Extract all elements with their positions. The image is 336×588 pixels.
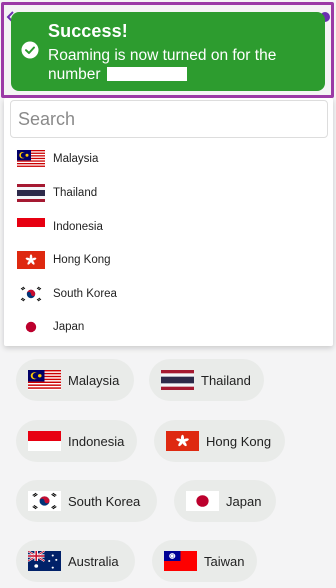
japan-flag-icon [17, 317, 45, 336]
hong-kong-flag-icon [17, 250, 45, 269]
thailand-flag-icon [161, 370, 194, 390]
check-circle-icon [21, 41, 39, 59]
country-dropdown: Malaysia Thailand Indonesia Hong Kong [4, 98, 333, 346]
chip-label: Australia [68, 553, 119, 569]
dropdown-item-indonesia[interactable]: Indonesia [4, 210, 333, 243]
malaysia-flag-icon [17, 149, 45, 168]
australia-flag-icon [28, 551, 61, 571]
country-chip-hong-kong[interactable]: Hong Kong [154, 420, 285, 462]
south-korea-flag-icon [28, 491, 61, 511]
country-chip-south-korea[interactable]: South Korea [16, 480, 157, 522]
country-chip-indonesia[interactable]: Indonesia [16, 420, 137, 462]
japan-flag-icon [186, 491, 219, 511]
success-toast[interactable]: Success! Roaming is now turned on for th… [11, 12, 325, 91]
dropdown-item-label: Malaysia [53, 152, 99, 165]
chip-label: Indonesia [68, 433, 125, 449]
redacted-phone-number [106, 67, 187, 81]
hong-kong-flag-icon [166, 431, 199, 451]
dropdown-item-hong-kong[interactable]: Hong Kong [4, 243, 333, 276]
country-chip-thailand[interactable]: Thailand [149, 359, 264, 401]
thailand-flag-icon [17, 183, 45, 202]
dropdown-item-label: Hong Kong [53, 253, 111, 266]
south-korea-flag-icon [17, 284, 45, 303]
toast-message: Roaming is now turned on for the number [48, 46, 314, 84]
country-chip-malaysia[interactable]: Malaysia [16, 359, 134, 401]
dropdown-item-label: Indonesia [53, 220, 103, 233]
taiwan-flag-icon [164, 551, 197, 571]
country-chip-japan[interactable]: Japan [174, 480, 276, 522]
chip-label: Hong Kong [206, 433, 272, 449]
dropdown-item-japan[interactable]: Japan [4, 310, 333, 343]
chip-label: Thailand [201, 372, 251, 388]
chip-label: Malaysia [68, 372, 120, 388]
country-chip-australia[interactable]: Australia [16, 540, 135, 582]
country-chip-taiwan[interactable]: Taiwan [152, 540, 257, 582]
toast-title: Success! [48, 21, 128, 41]
dropdown-item-label: Japan [53, 320, 85, 333]
dropdown-item-label: Thailand [53, 186, 98, 199]
chip-label: Taiwan [204, 553, 245, 569]
dropdown-item-south-korea[interactable]: South Korea [4, 277, 333, 310]
chip-label: Japan [226, 493, 262, 509]
dropdown-item-thailand[interactable]: Thailand [4, 176, 333, 209]
dropdown-item-label: South Korea [53, 287, 117, 300]
chip-label: South Korea [68, 493, 141, 509]
search-input[interactable] [10, 100, 328, 138]
dropdown-item-malaysia[interactable]: Malaysia [4, 142, 333, 175]
indonesia-flag-icon [17, 217, 45, 236]
malaysia-flag-icon [28, 370, 61, 390]
indonesia-flag-icon [28, 431, 61, 451]
